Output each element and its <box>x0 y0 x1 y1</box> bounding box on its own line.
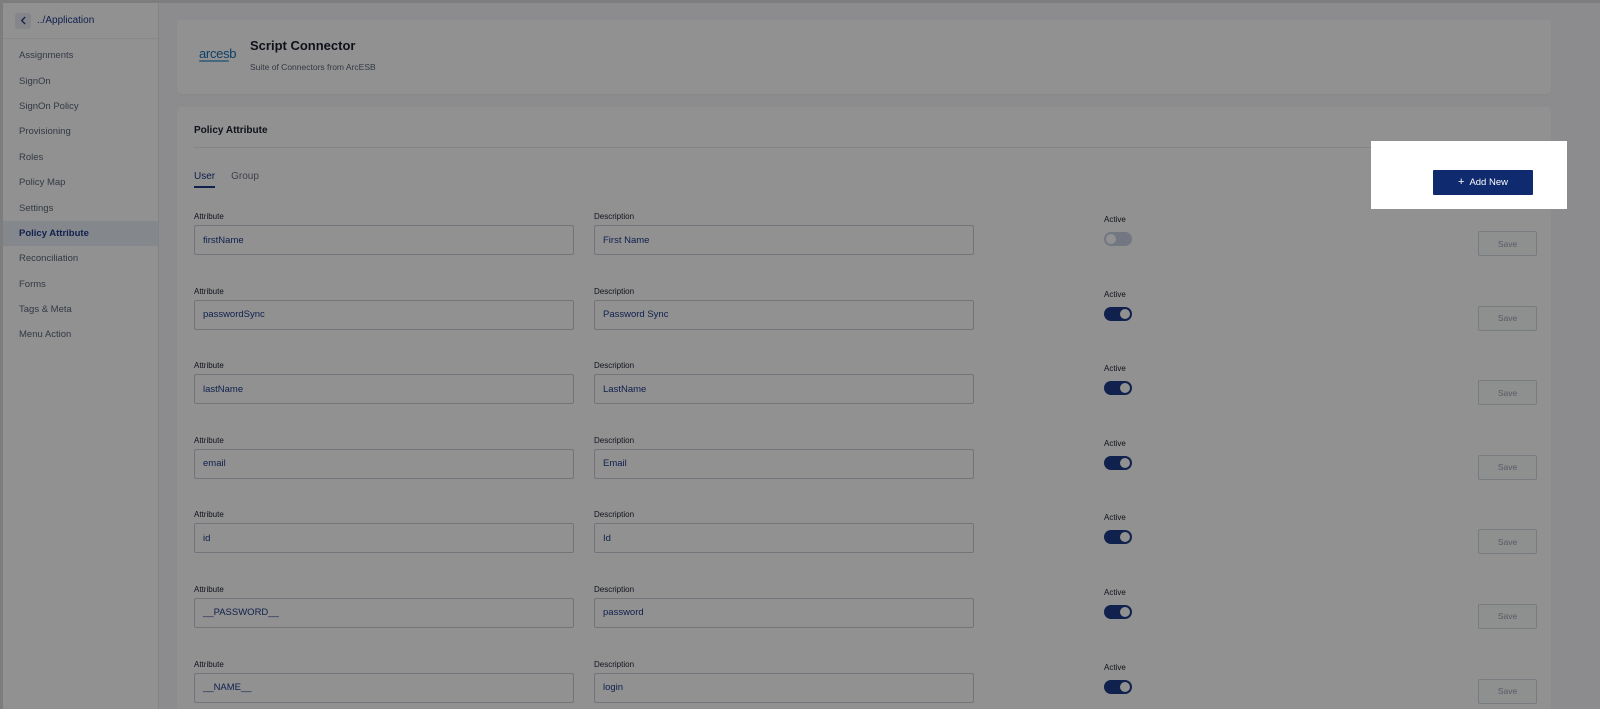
back-label[interactable]: ../Application <box>37 15 94 26</box>
description-input[interactable]: First Name <box>594 225 974 255</box>
active-label: Active <box>1104 289 1126 299</box>
description-label: Description <box>594 212 635 221</box>
active-toggle[interactable] <box>1104 679 1132 694</box>
description-input[interactable]: login <box>594 672 974 703</box>
sidebar-item-forms[interactable]: Forms <box>3 272 158 297</box>
active-label: Active <box>1104 587 1126 597</box>
attribute-input[interactable]: passwordSync <box>194 299 574 330</box>
description-label: Description <box>594 584 635 594</box>
attribute-input[interactable]: id <box>194 523 574 554</box>
description-label: Description <box>594 659 635 669</box>
attribute-input[interactable]: __NAME__ <box>194 672 574 703</box>
description-label: Description <box>594 510 635 520</box>
attribute-input[interactable]: firstName <box>194 225 574 255</box>
sidebar-item-reconciliation[interactable]: Reconciliation <box>3 246 158 271</box>
attribute-input[interactable]: lastName <box>194 374 574 405</box>
logo-text: arcesb <box>199 46 237 61</box>
divider <box>194 147 1534 148</box>
active-label: Active <box>1104 215 1126 224</box>
active-toggle[interactable] <box>1104 381 1132 396</box>
sidebar-item-policy-map[interactable]: Policy Map <box>3 170 158 195</box>
active-label: Active <box>1104 364 1126 374</box>
description-label: Description <box>594 286 635 296</box>
section-title: Policy Attribute <box>194 125 268 136</box>
page-title: Script Connector <box>250 38 356 53</box>
attribute-label: Attribute <box>194 510 224 520</box>
attribute-label: Attribute <box>194 435 224 445</box>
chevron-left-icon[interactable] <box>15 12 31 29</box>
add-new-label: Add New <box>1469 177 1508 188</box>
sidebar-item-policy-attribute[interactable]: Policy Attribute <box>3 220 158 247</box>
tab-group[interactable]: Group <box>231 171 259 188</box>
sidebar-item-tags-meta[interactable]: Tags & Meta <box>3 297 158 322</box>
attribute-label: Attribute <box>194 286 224 296</box>
sidebar-item-roles[interactable]: Roles <box>3 145 158 170</box>
app-window: ../Application Assignments SignOn SignOn P… <box>3 3 1600 709</box>
sidebar-nav: Assignments SignOn SignOn Policy Provisioni… <box>3 43 158 348</box>
attribute-input[interactable]: __PASSWORD__ <box>194 597 574 628</box>
attribute-row: Attribute lastName Description LastName Acti… <box>194 361 1537 436</box>
attribute-input[interactable]: email <box>194 448 574 479</box>
save-button[interactable]: Save <box>1478 380 1537 406</box>
active-label: Active <box>1104 662 1126 672</box>
attribute-label: Attribute <box>194 361 224 371</box>
save-button[interactable]: Save <box>1478 603 1537 629</box>
attribute-row: Attribute passwordSync Description Password… <box>194 287 1537 362</box>
description-input[interactable]: password <box>594 597 974 628</box>
sidebar-item-signon[interactable]: SignOn <box>3 68 158 93</box>
active-label: Active <box>1104 513 1126 523</box>
active-toggle[interactable] <box>1104 306 1132 321</box>
active-label: Active <box>1104 438 1126 448</box>
active-toggle[interactable] <box>1104 530 1132 545</box>
save-button[interactable]: Save <box>1478 454 1537 480</box>
add-new-button[interactable]: + Add New <box>1433 170 1533 195</box>
save-button[interactable]: Save <box>1478 231 1537 256</box>
policy-attribute-card: Policy Attribute User Group Attribute firs… <box>177 107 1551 709</box>
sidebar-item-provisioning[interactable]: Provisioning <box>3 119 158 144</box>
description-input[interactable]: Email <box>594 448 974 479</box>
active-toggle[interactable] <box>1104 455 1132 470</box>
attribute-row: Attribute id Description Id Active Save <box>194 510 1537 585</box>
attribute-list: Attribute firstName Description First Name A… <box>194 212 1537 709</box>
attribute-label: Attribute <box>194 659 224 669</box>
sidebar-item-menu-action[interactable]: Menu Action <box>3 322 158 347</box>
attribute-row: Attribute __PASSWORD__ Description password… <box>194 585 1537 660</box>
save-button[interactable]: Save <box>1478 305 1537 331</box>
highlight-region: + Add New <box>1371 141 1567 209</box>
save-button[interactable]: Save <box>1478 678 1537 704</box>
attribute-label: Attribute <box>194 212 224 221</box>
description-input[interactable]: Password Sync <box>594 299 974 330</box>
arcesb-logo: arcesb <box>199 46 237 62</box>
active-toggle[interactable] <box>1104 232 1132 246</box>
tab-user[interactable]: User <box>194 171 216 188</box>
save-button[interactable]: Save <box>1478 529 1537 555</box>
app-header-card: arcesb Script Connector Suite of Connect… <box>177 20 1551 94</box>
description-input[interactable]: LastName <box>594 374 974 405</box>
plus-icon: + <box>1458 176 1465 188</box>
attribute-label: Attribute <box>194 584 224 594</box>
sidebar-item-signon-policy[interactable]: SignOn Policy <box>3 94 158 119</box>
sidebar-item-assignments[interactable]: Assignments <box>3 43 158 68</box>
attribute-row: Attribute firstName Description First Name A… <box>194 212 1537 287</box>
description-input[interactable]: Id <box>594 523 974 554</box>
tab-bar: User Group <box>194 171 259 188</box>
attribute-row: Attribute __NAME__ Description login Active S… <box>194 660 1537 709</box>
sidebar-item-settings[interactable]: Settings <box>3 195 158 220</box>
description-label: Description <box>594 435 635 445</box>
main-content: arcesb Script Connector Suite of Connect… <box>177 3 1551 709</box>
sidebar: ../Application Assignments SignOn SignOn P… <box>3 3 159 709</box>
active-toggle[interactable] <box>1104 604 1132 619</box>
attribute-row: Attribute email Description Email Active Save <box>194 436 1537 511</box>
back-link[interactable]: ../Application <box>3 3 158 39</box>
description-label: Description <box>594 361 635 371</box>
page-subtitle: Suite of Connectors from ArcESB <box>250 62 376 72</box>
